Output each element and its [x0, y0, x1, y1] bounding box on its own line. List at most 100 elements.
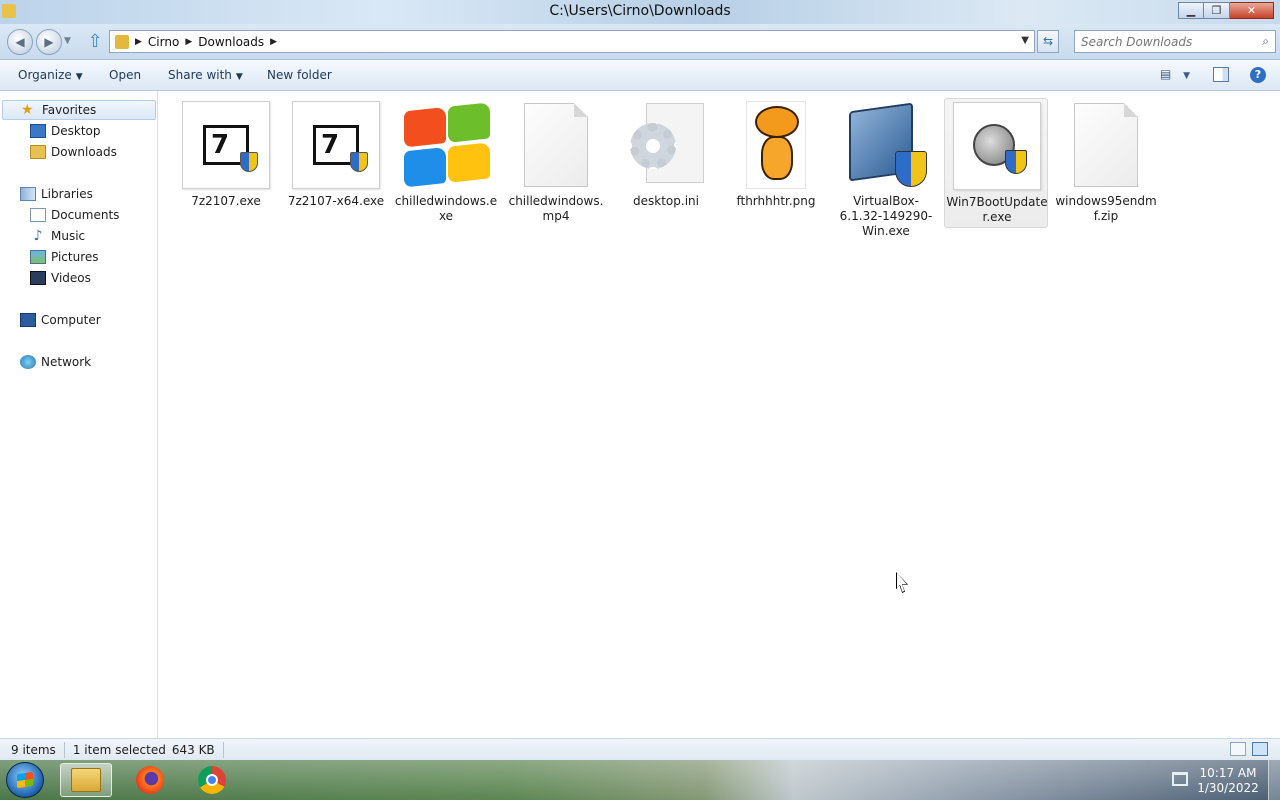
breadcrumb-chevron-icon[interactable]: ▶	[185, 37, 192, 47]
forward-arrow-icon: ▶	[44, 35, 54, 49]
system-clock[interactable]: 10:17 AM 1/30/2022	[1196, 766, 1260, 796]
details-view-icon[interactable]	[1230, 742, 1246, 756]
breadcrumb-cirno[interactable]: Cirno	[148, 35, 179, 49]
blank-document-icon	[512, 101, 600, 189]
nav-music[interactable]: ♪ Music	[30, 226, 86, 246]
windows-logo-icon	[402, 101, 490, 189]
search-input[interactable]	[1075, 31, 1245, 52]
pictures-icon	[30, 250, 46, 264]
nav-network[interactable]: Network	[20, 352, 91, 372]
nav-downloads-label: Downloads	[51, 145, 117, 159]
7zip-installer-icon: 7	[182, 101, 270, 189]
file-item[interactable]: 7 7z2107.exe	[174, 98, 278, 228]
nav-desktop[interactable]: Desktop	[30, 121, 101, 141]
item-count: 9 items	[11, 742, 56, 757]
chrome-icon	[198, 766, 226, 794]
chevron-down-icon: ▼	[1183, 71, 1191, 81]
window-titlebar[interactable]: C:\Users\Cirno\Downloads ▁ ❐ ✕	[0, 0, 1280, 24]
status-divider	[63, 741, 65, 758]
star-icon: ★	[21, 102, 34, 118]
help-icon[interactable]: ?	[1250, 67, 1266, 83]
boot-updater-icon	[953, 102, 1041, 190]
clock-time: 10:17 AM	[1199, 766, 1257, 780]
command-bar: Organize ▼ Open Share with ▼ New folder ▤ …	[0, 60, 1280, 91]
status-divider	[222, 741, 224, 758]
file-item[interactable]: desktop.ini	[614, 98, 718, 228]
selection-info: 1 item selected	[72, 742, 166, 757]
nav-downloads[interactable]: Downloads	[30, 142, 117, 162]
up-one-level-icon[interactable]: ⇧	[86, 32, 104, 52]
breadcrumb-downloads[interactable]: Downloads	[198, 35, 264, 49]
taskbar: 10:17 AM 1/30/2022	[0, 760, 1280, 800]
garfield-image-thumbnail	[732, 101, 820, 189]
organize-menu[interactable]: Organize ▼	[18, 68, 83, 82]
taskbar-firefox-button[interactable]	[124, 763, 176, 797]
file-name: Win7BootUpdater.exe	[946, 195, 1048, 224]
windows-flag-icon	[17, 771, 33, 789]
nav-videos[interactable]: Videos	[30, 268, 91, 288]
file-name: windows95endmf.zip	[1055, 194, 1157, 223]
nav-music-label: Music	[51, 229, 86, 243]
refresh-button[interactable]: ⇆	[1037, 30, 1059, 53]
file-name: 7z2107.exe	[191, 194, 261, 208]
downloads-folder-icon	[30, 145, 46, 159]
close-button[interactable]: ✕	[1230, 2, 1274, 19]
taskbar-explorer-button[interactable]	[60, 763, 112, 797]
refresh-icon: ⇆	[1042, 34, 1054, 48]
maximize-button[interactable]: ❐	[1204, 2, 1230, 19]
nav-network-label: Network	[41, 355, 92, 369]
music-note-icon: ♪	[33, 228, 43, 244]
nav-favorites-label: Favorites	[42, 103, 97, 117]
change-view-button[interactable]: ▤ ▼	[1160, 67, 1192, 85]
large-icons-view-icon[interactable]	[1252, 742, 1268, 756]
nav-computer[interactable]: Computer	[20, 310, 101, 330]
taskbar-chrome-button[interactable]	[186, 763, 238, 797]
nav-pictures[interactable]: Pictures	[30, 247, 99, 267]
file-item[interactable]: 7 7z2107-x64.exe	[284, 98, 388, 228]
file-item[interactable]: VirtualBox-6.1.32-149290-Win.exe	[834, 98, 938, 238]
nav-pictures-label: Pictures	[51, 250, 99, 264]
back-arrow-icon: ◀	[15, 35, 25, 49]
nav-libraries-label: Libraries	[41, 187, 93, 201]
minimize-button[interactable]: ▁	[1178, 2, 1204, 19]
recent-pages-dropdown-icon[interactable]: ▼	[64, 36, 71, 46]
selection-size: 643 KB	[171, 742, 215, 757]
search-box[interactable]: ⌕	[1074, 30, 1276, 53]
forward-button[interactable]: ▶	[36, 29, 62, 55]
new-folder-button[interactable]: New folder	[267, 68, 332, 82]
network-tray-icon[interactable]	[1172, 772, 1188, 786]
address-bar[interactable]: ▶ Cirno ▶ Downloads ▶ ▼	[109, 30, 1035, 53]
file-name: VirtualBox-6.1.32-149290-Win.exe	[839, 194, 933, 238]
firefox-icon	[136, 766, 164, 794]
nav-documents[interactable]: Documents	[30, 205, 119, 225]
share-with-menu[interactable]: Share with ▼	[168, 68, 243, 82]
search-icon[interactable]: ⌕	[1262, 34, 1269, 49]
breadcrumb-chevron-icon[interactable]: ▶	[270, 37, 277, 47]
show-desktop-button[interactable]	[1268, 760, 1280, 800]
file-list[interactable]: 7 7z2107.exe 7 7z2107-x64.exe chilledwin…	[160, 91, 1280, 738]
share-with-label: Share with	[168, 68, 232, 82]
start-button[interactable]	[6, 762, 44, 798]
folder-icon	[115, 34, 129, 49]
nav-favorites[interactable]: ★ Favorites	[2, 100, 156, 120]
breadcrumb-chevron-icon[interactable]: ▶	[135, 37, 142, 47]
preview-pane-icon[interactable]	[1213, 67, 1229, 82]
file-item[interactable]: chilledwindows.exe	[394, 98, 498, 228]
7zip-installer-icon: 7	[292, 101, 380, 189]
organize-label: Organize	[18, 68, 72, 82]
chevron-down-icon: ▼	[235, 72, 243, 82]
view-switcher	[1230, 742, 1268, 756]
clock-date: 1/30/2022	[1197, 781, 1259, 795]
address-dropdown-icon[interactable]: ▼	[1021, 35, 1029, 46]
file-name: desktop.ini	[633, 194, 699, 208]
nav-libraries[interactable]: Libraries	[20, 184, 93, 204]
nav-computer-label: Computer	[41, 313, 101, 327]
nav-videos-label: Videos	[51, 271, 91, 285]
settings-file-icon	[622, 101, 710, 189]
file-item[interactable]: chilledwindows.mp4	[504, 98, 608, 228]
file-item[interactable]: windows95endmf.zip	[1054, 98, 1158, 228]
back-button[interactable]: ◀	[7, 29, 33, 55]
file-item-selected[interactable]: Win7BootUpdater.exe	[944, 98, 1048, 228]
file-item[interactable]: fthrhhhtr.png	[724, 98, 828, 228]
open-button[interactable]: Open	[109, 68, 141, 82]
